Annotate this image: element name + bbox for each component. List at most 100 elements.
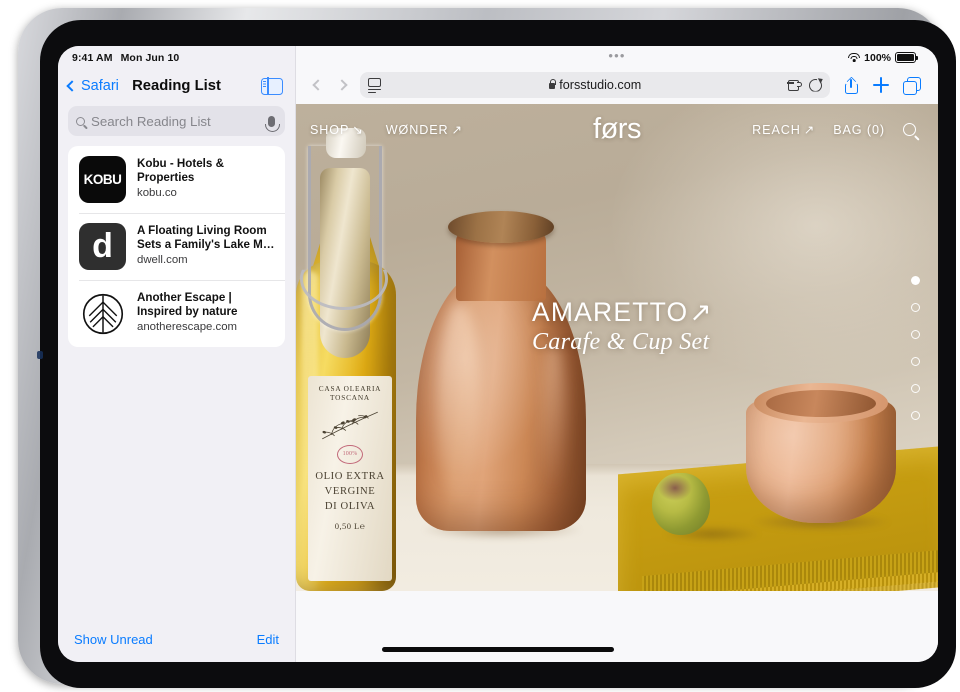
another-escape-leaf-favicon bbox=[79, 290, 126, 337]
list-item-title: Another Escape | Inspired by nature bbox=[137, 291, 238, 318]
reading-list-sidebar: 9:41 AM Mon Jun 10 Safari Reading List S… bbox=[58, 46, 296, 662]
carousel-dot-2[interactable] bbox=[911, 302, 920, 312]
browser-pane: ••• 100% forsstudio.com CASA OLEARIA TOS… bbox=[296, 46, 938, 662]
nav-bag-label: BAG (0) bbox=[833, 122, 885, 137]
battery-percent: 100% bbox=[864, 51, 891, 64]
label-brand: CASA OLEARIA TOSCANA bbox=[318, 384, 382, 402]
list-item-title: Kobu - Hotels & Properties bbox=[137, 157, 224, 184]
web-content-forsstudio: CASA OLEARIA TOSCANA 100% OLIO EXTRA VER… bbox=[296, 104, 938, 591]
label-line-1: OLIO EXTRA bbox=[315, 471, 385, 482]
site-navigation: SHOP ↘ WØNDER ↗ førs REACH ↗ BAG (0) bbox=[296, 113, 938, 145]
battery-icon bbox=[895, 52, 918, 63]
status-indicators: 100% bbox=[848, 51, 918, 64]
hero-copy[interactable]: AMARETTO ↗ Carafe & Cup Set bbox=[532, 297, 713, 356]
status-time: 9:41 AM bbox=[72, 51, 113, 64]
nav-reach[interactable]: REACH ↗ bbox=[752, 122, 816, 138]
status-date: Mon Jun 10 bbox=[120, 51, 180, 64]
list-item-text: A Floating Living Room Sets a Family's L… bbox=[137, 223, 275, 270]
new-tab-button[interactable] bbox=[866, 71, 896, 99]
carousel-dot-6[interactable] bbox=[911, 410, 920, 420]
window-grabber[interactable]: ••• bbox=[296, 49, 938, 62]
label-line-2: VERGINE bbox=[324, 486, 376, 497]
list-item[interactable]: Another Escape | Inspired by nature anot… bbox=[68, 280, 285, 347]
amaretto-carafe bbox=[416, 211, 586, 540]
forward-button[interactable] bbox=[330, 72, 354, 98]
chevron-left-icon bbox=[66, 80, 78, 92]
arrow-down-right-icon: ↘ bbox=[352, 123, 364, 137]
list-item[interactable]: KOBU Kobu - Hotels & Properties kobu.co bbox=[68, 146, 285, 213]
nav-shop[interactable]: SHOP ↘ bbox=[310, 122, 364, 138]
search-input[interactable]: Search Reading List bbox=[68, 106, 285, 136]
olive-oil-bottle: CASA OLEARIA TOSCANA 100% OLIO EXTRA VER… bbox=[296, 128, 396, 591]
nav-wonder[interactable]: WØNDER ↗ bbox=[385, 122, 463, 138]
reload-icon[interactable] bbox=[809, 79, 822, 92]
list-item-url: anotherescape.com bbox=[137, 321, 238, 333]
ipad-screen: 9:41 AM Mon Jun 10 Safari Reading List S… bbox=[58, 46, 938, 662]
carousel-dot-5[interactable] bbox=[911, 383, 920, 393]
nav-shop-label: SHOP bbox=[310, 122, 350, 137]
dwell-favicon: d bbox=[79, 223, 126, 270]
sidebar-footer: Show Unread Edit bbox=[58, 616, 295, 662]
list-item-title: A Floating Living Room Sets a Family's L… bbox=[137, 224, 275, 251]
label-line-3: DI OLIVA bbox=[324, 501, 376, 512]
page-settings-icon[interactable] bbox=[365, 75, 385, 95]
address-bar[interactable]: forsstudio.com bbox=[360, 72, 830, 98]
fig-fruit bbox=[652, 473, 760, 542]
search-icon[interactable] bbox=[903, 123, 916, 136]
share-icon bbox=[844, 76, 858, 94]
hero-subtitle: Carafe & Cup Set bbox=[532, 329, 710, 355]
list-item-url: kobu.co bbox=[137, 187, 177, 199]
arrow-up-right-icon: ↗ bbox=[803, 123, 816, 137]
carafe-wooden-lid bbox=[448, 211, 554, 243]
share-button[interactable] bbox=[836, 71, 866, 99]
sidebar-toggle-icon[interactable] bbox=[261, 76, 283, 96]
list-item-text: Kobu - Hotels & Properties kobu.co bbox=[137, 156, 275, 203]
nav-left-group: SHOP ↘ WØNDER ↗ bbox=[310, 122, 463, 138]
search-wrapper: Search Reading List bbox=[58, 106, 295, 136]
favicon-text: KOBU bbox=[83, 172, 122, 187]
nav-wonder-label: WØNDER bbox=[385, 122, 449, 137]
carousel-dot-4[interactable] bbox=[911, 356, 920, 366]
home-indicator[interactable] bbox=[382, 647, 614, 652]
sidebar-navbar: Safari Reading List bbox=[58, 66, 295, 106]
carousel-dot-1[interactable] bbox=[911, 275, 920, 285]
amaretto-cup bbox=[746, 383, 896, 531]
carafe-highlight-right bbox=[540, 341, 566, 491]
edit-button[interactable]: Edit bbox=[257, 632, 279, 647]
show-unread-button[interactable]: Show Unread bbox=[74, 632, 153, 647]
hero-title: AMARETTO bbox=[532, 297, 689, 327]
olive-branch-illustration bbox=[319, 407, 381, 443]
list-item[interactable]: d A Floating Living Room Sets a Family's… bbox=[68, 213, 285, 280]
nav-bag[interactable]: BAG (0) bbox=[833, 123, 885, 137]
label-volume: 0,50 L℮ bbox=[334, 521, 366, 531]
nav-right-group: REACH ↗ BAG (0) bbox=[752, 122, 916, 137]
ipad-device-frame: 9:41 AM Mon Jun 10 Safari Reading List S… bbox=[18, 8, 956, 688]
status-bar-left: 9:41 AM Mon Jun 10 bbox=[58, 46, 295, 66]
tab-overview-button[interactable] bbox=[896, 71, 926, 99]
nav-reach-label: REACH bbox=[752, 122, 801, 137]
list-item-text: Another Escape | Inspired by nature anot… bbox=[137, 290, 275, 337]
extension-icon[interactable] bbox=[787, 79, 802, 91]
hero-banner: CASA OLEARIA TOSCANA 100% OLIO EXTRA VER… bbox=[296, 104, 938, 591]
device-side-button bbox=[37, 351, 43, 359]
back-to-safari-button[interactable]: Safari bbox=[66, 78, 119, 94]
chevron-right-icon bbox=[336, 79, 348, 91]
carafe-highlight bbox=[438, 303, 480, 503]
browser-toolbar: forsstudio.com bbox=[296, 66, 938, 104]
status-bar-right: ••• 100% bbox=[296, 46, 938, 66]
microphone-icon[interactable] bbox=[264, 115, 280, 132]
tab-overview-icon bbox=[903, 77, 921, 95]
search-icon bbox=[76, 116, 85, 126]
list-item-url: dwell.com bbox=[137, 254, 188, 266]
cup-interior bbox=[766, 390, 876, 417]
carousel-dot-3[interactable] bbox=[911, 329, 920, 339]
url-text: forsstudio.com bbox=[559, 78, 642, 92]
hero-title-row: AMARETTO ↗ bbox=[532, 297, 713, 328]
plus-icon bbox=[873, 77, 889, 93]
carousel-pagination bbox=[911, 275, 920, 420]
back-button[interactable] bbox=[306, 72, 330, 98]
reading-list-items: KOBU Kobu - Hotels & Properties kobu.co … bbox=[68, 146, 285, 347]
favicon-text: d bbox=[92, 226, 113, 265]
lock-icon bbox=[548, 79, 556, 89]
fig-blush bbox=[658, 475, 692, 501]
